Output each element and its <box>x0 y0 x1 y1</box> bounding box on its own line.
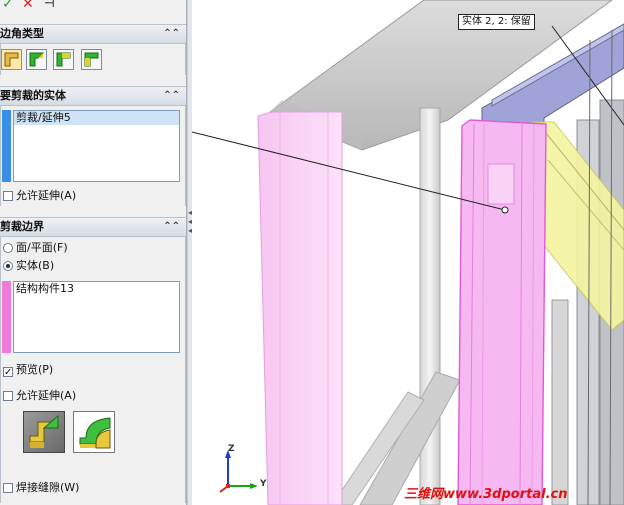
allow-extend-checkbox[interactable] <box>3 191 13 201</box>
trim-boundary-group: 剪裁边界 ⌃⌃ 面/平面(F) 实体(B) 结构构件13 ✓ 预览(P) 允许延伸… <box>0 217 186 503</box>
graphics-viewport[interactable] <box>192 0 624 505</box>
orientation-triad <box>218 442 264 494</box>
pink-structural-member-selected[interactable] <box>457 119 547 505</box>
simple-cut-button[interactable] <box>23 411 65 453</box>
pin-icon[interactable]: ⊣ <box>44 0 55 9</box>
body-radio[interactable] <box>3 261 13 271</box>
list-item[interactable]: 剪裁/延伸5 <box>14 111 179 125</box>
boundary-color-swatch <box>2 281 11 353</box>
preview-label: 预览(P) <box>16 363 54 376</box>
bodies-to-trim-header[interactable]: 要剪裁的实体 ⌃⌃ <box>0 86 186 106</box>
trim-boundary-header[interactable]: 剪裁边界 ⌃⌃ <box>0 217 186 237</box>
simple-cut-icon <box>29 414 59 448</box>
bodies-to-trim-title: 要剪裁的实体 <box>0 89 66 102</box>
trim-boundary-body: 面/平面(F) 实体(B) 结构构件13 ✓ 预览(P) 允许延伸(A) 焊接缝… <box>0 237 186 503</box>
allow-extend-checkbox[interactable] <box>3 391 13 401</box>
trim-boundary-list[interactable]: 结构构件13 <box>13 281 180 353</box>
corner-end-trim-button[interactable] <box>1 49 22 70</box>
panel-toolbar: ✓ ✕ ⊣ <box>0 0 186 14</box>
model-scene <box>192 0 624 505</box>
callout-anchor-point[interactable] <box>501 206 509 214</box>
weld-gap-checkbox-row[interactable]: 焊接缝隙(W) <box>3 481 79 495</box>
allow-extend-label: 允许延伸(A) <box>16 389 77 402</box>
collapse-chevron-icon[interactable]: ⌃⌃ <box>163 25 180 43</box>
corner-end-trim-icon <box>4 52 19 67</box>
corner-butt1-button[interactable] <box>53 49 74 70</box>
weld-gap-label: 焊接缝隙(W) <box>16 481 80 494</box>
weld-gap-checkbox[interactable] <box>3 483 13 493</box>
triad-axes-icon <box>219 450 258 493</box>
bodies-to-trim-list[interactable]: 剪裁/延伸5 <box>13 110 180 182</box>
body-label: 实体(B) <box>16 259 55 272</box>
face-plane-label: 面/平面(F) <box>16 241 68 254</box>
site-watermark: 三维网www.3dportal.cn <box>404 487 568 502</box>
corner-butt2-icon <box>84 52 99 67</box>
list-item[interactable]: 结构构件13 <box>14 282 179 296</box>
bodies-to-trim-body: 剪裁/延伸5 允许延伸(A) <box>0 106 186 206</box>
ok-check-icon[interactable]: ✓ <box>2 0 14 11</box>
preview-checkbox-row[interactable]: ✓ 预览(P) <box>3 363 54 378</box>
triad-z-label: Z <box>228 444 235 454</box>
coped-cut-icon <box>79 417 111 449</box>
preview-checkbox[interactable]: ✓ <box>3 367 13 378</box>
corner-type-title: 边角类型 <box>0 27 44 40</box>
collapse-chevron-icon[interactable]: ⌃⌃ <box>163 87 180 105</box>
allow-extend-checkbox-row[interactable]: 允许延伸(A) <box>3 189 76 203</box>
corner-type-header[interactable]: 边角类型 ⌃⌃ <box>0 24 186 44</box>
corner-type-group: 边角类型 ⌃⌃ <box>0 24 186 75</box>
corner-miter-button[interactable] <box>26 49 47 70</box>
pink-structural-member-left[interactable] <box>257 111 343 505</box>
allow-extend-label: 允许延伸(A) <box>16 189 77 202</box>
collapse-chevron-icon[interactable]: ⌃⌃ <box>163 218 180 236</box>
corner-type-body <box>0 44 186 75</box>
triad-y-label: Y <box>260 479 267 489</box>
body-option[interactable]: 实体(B) <box>3 259 54 273</box>
bodies-to-trim-group: 要剪裁的实体 ⌃⌃ 剪裁/延伸5 允许延伸(A) <box>0 86 186 206</box>
corner-butt2-button[interactable] <box>81 49 102 70</box>
coped-cut-button[interactable] <box>73 411 115 453</box>
face-plane-option[interactable]: 面/平面(F) <box>3 241 68 255</box>
property-manager-panel: ✓ ✕ ⊣ 边角类型 ⌃⌃ 要剪裁的实体 ⌃⌃ 剪裁/延伸5 允许延伸(A) 剪… <box>0 0 187 505</box>
cancel-x-icon[interactable]: ✕ <box>22 0 34 11</box>
selection-color-swatch <box>2 110 11 182</box>
corner-miter-icon <box>29 52 45 67</box>
allow-extend-checkbox-row[interactable]: 允许延伸(A) <box>3 389 76 403</box>
face-plane-radio[interactable] <box>3 243 13 253</box>
trim-boundary-title: 剪裁边界 <box>0 220 44 233</box>
body-keep-callout[interactable]: 实体 2, 2: 保留 <box>458 14 535 30</box>
corner-butt1-icon <box>56 52 71 67</box>
